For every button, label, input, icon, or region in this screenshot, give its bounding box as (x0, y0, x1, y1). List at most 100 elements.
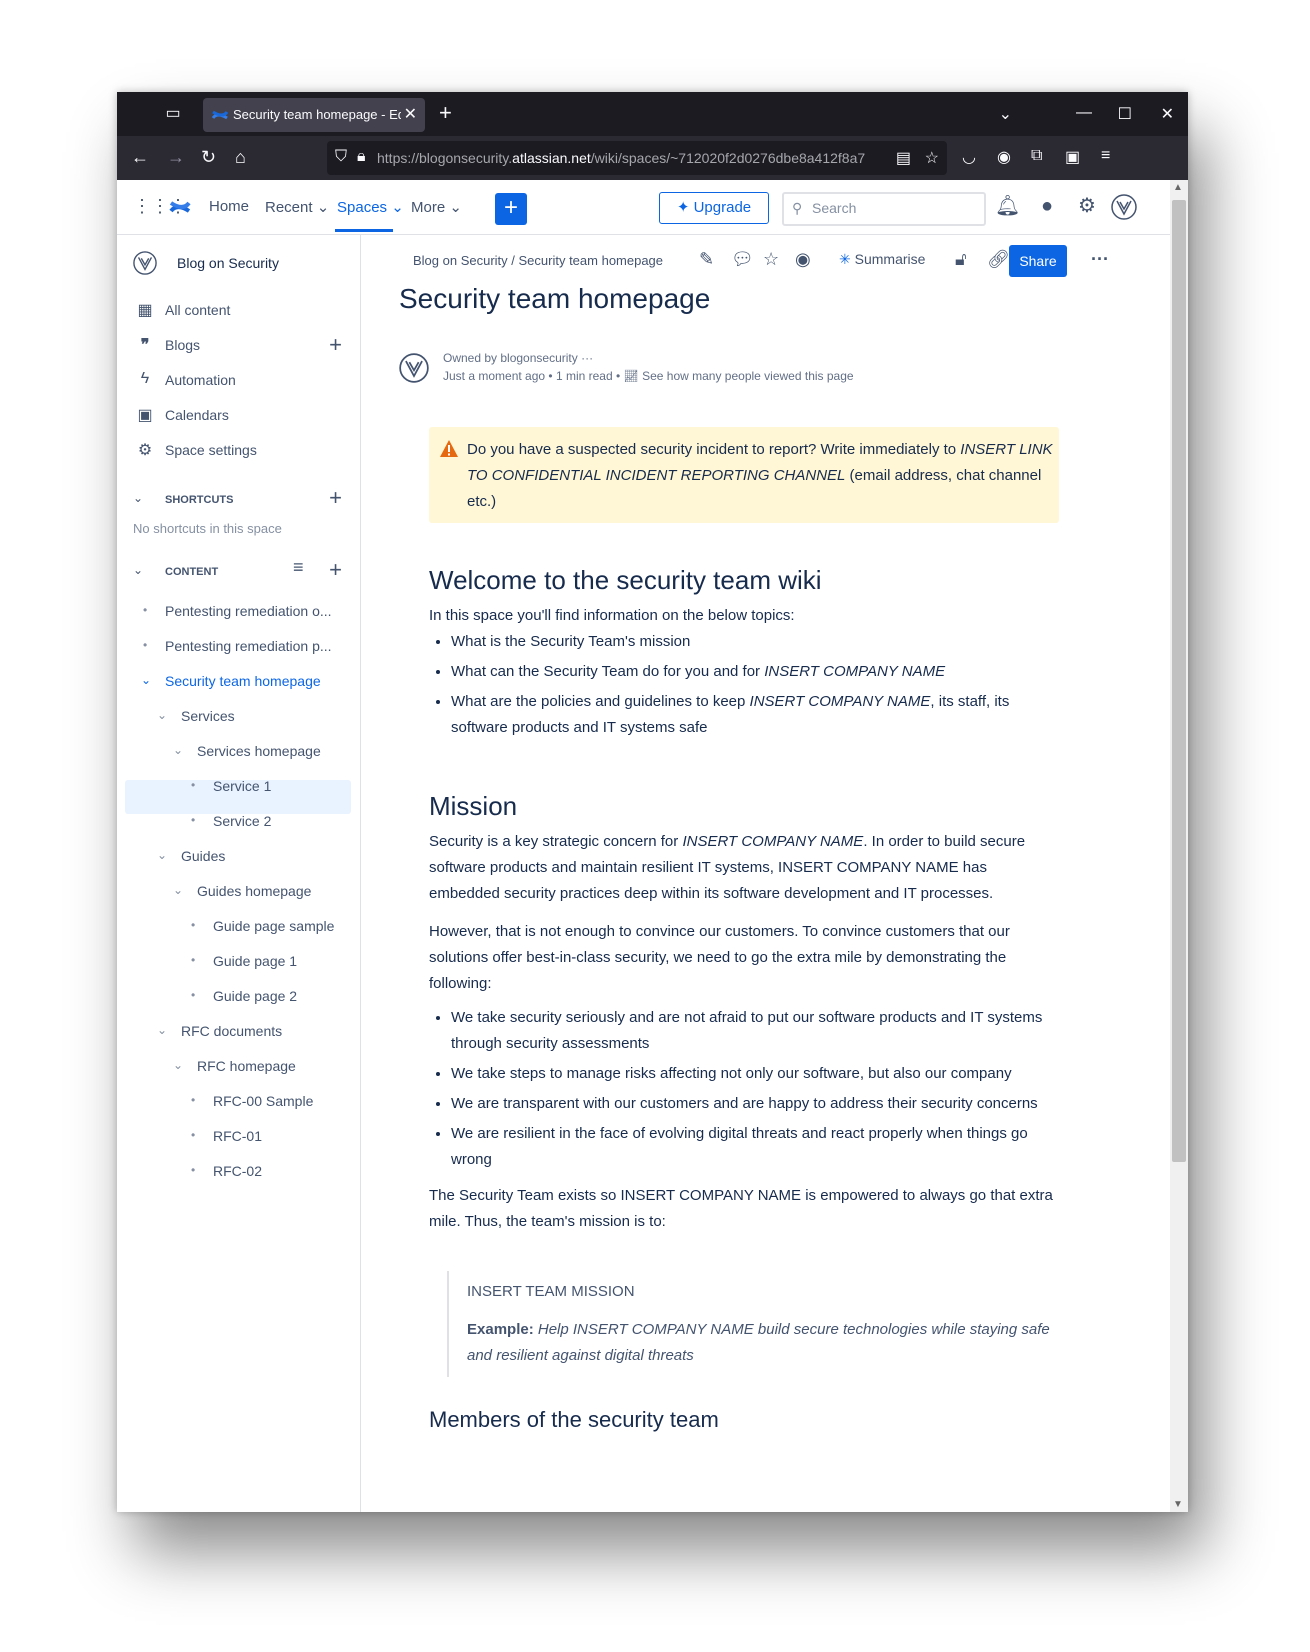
page-title: Security team homepage (399, 283, 711, 314)
reader-view-icon[interactable]: ▤ (896, 148, 911, 168)
address-bar[interactable]: ⛉ 🔒︎ https://blogonsecurity.atlassian.ne… (327, 141, 947, 175)
welcome-heading: Welcome to the security team wiki (429, 565, 822, 595)
home-icon[interactable]: ⌂ (235, 147, 246, 168)
gear-icon: ⚙ (137, 442, 153, 459)
shortcuts-chevron-icon[interactable]: ⌄ (133, 491, 143, 505)
mission-paragraph: Security is a key strategic concern for … (429, 833, 1026, 902)
back-icon[interactable]: ← (131, 147, 149, 168)
owner-more-icon[interactable]: ··· (581, 351, 593, 365)
edit-pencil-icon[interactable]: ✎ (699, 249, 714, 270)
content-heading: CONTENT (165, 566, 219, 578)
scroll-down-icon[interactable]: ▼ (1173, 1499, 1183, 1510)
notifications-icon[interactable]: 🔔︎ (995, 194, 1020, 218)
help-icon[interactable]: ● (1035, 194, 1059, 218)
search-input[interactable]: ⚲ Search (782, 192, 986, 226)
close-window-icon[interactable]: ✕ (1161, 104, 1174, 124)
sidebar-item-automation[interactable]: ϟ Automation (117, 363, 360, 397)
page-scrollbar[interactable]: ▲ ▼ (1170, 180, 1188, 1512)
sidebar-item-label: All content (165, 302, 231, 318)
browser-tab[interactable]: Security team homepage - Edi ✕ (203, 98, 425, 132)
no-shortcuts-text: No shortcuts in this space (133, 521, 282, 536)
share-button[interactable]: Share (1009, 245, 1067, 277)
scroll-up-icon[interactable]: ▲ (1173, 182, 1183, 193)
sidebar-item-blogs[interactable]: ❞ Blogs + (117, 328, 360, 362)
list-item: What can the Security Team do for you an… (451, 659, 1059, 685)
tree-item[interactable]: • Service 2 (191, 813, 271, 829)
list-item: What are the policies and guidelines to … (451, 689, 1059, 741)
filter-icon[interactable]: ≡ (293, 557, 304, 578)
more-actions-icon[interactable]: ··· (1091, 249, 1109, 270)
lock-icon[interactable]: 🔒︎ (357, 148, 366, 166)
list-item: We take steps to manage risks affecting … (451, 1061, 1059, 1087)
create-button[interactable]: + (495, 193, 527, 225)
nav-recent[interactable]: Recent ⌄ (265, 198, 329, 216)
bookmark-star-icon[interactable]: ☆ (925, 148, 939, 168)
tree-item[interactable]: ⌄ Services homepage (173, 743, 321, 759)
nav-spaces[interactable]: Spaces ⌄ (337, 198, 404, 216)
nav-more[interactable]: More ⌄ (411, 198, 462, 216)
tree-item[interactable]: • RFC-01 (191, 1128, 262, 1144)
add-blog-icon[interactable]: + (329, 332, 342, 358)
maximize-icon[interactable]: ☐ (1118, 104, 1132, 124)
tree-item[interactable]: ⌄ Services (157, 708, 235, 724)
tree-item[interactable]: ⌄ Guides (157, 848, 225, 864)
views-link[interactable]: See how many people viewed this page (642, 369, 853, 383)
extensions-icon[interactable]: ⧉ (1031, 147, 1042, 165)
analytics-icon: 📈︎ (623, 369, 639, 383)
sidebar-item-calendars[interactable]: ▣ Calendars (117, 398, 360, 432)
mission-list: We take security seriously and are not a… (429, 1005, 1059, 1173)
restrictions-lock-icon[interactable]: 🔓︎ (955, 249, 967, 270)
upgrade-button[interactable]: ✦ Upgrade (659, 192, 769, 224)
profile-avatar-icon[interactable] (1111, 194, 1137, 220)
mission-quote: INSERT TEAM MISSION Example: Help INSERT… (447, 1271, 1067, 1377)
tree-item[interactable]: • RFC-02 (191, 1163, 262, 1179)
owner-avatar-icon[interactable] (399, 353, 429, 383)
add-content-icon[interactable]: + (329, 557, 342, 583)
confluence-logo-icon[interactable] (169, 196, 191, 218)
pocket-icon[interactable]: ◡ (962, 147, 976, 167)
nav-home[interactable]: Home (209, 198, 249, 215)
reload-icon[interactable]: ↻ (201, 147, 216, 168)
tree-item[interactable]: • RFC-00 Sample (191, 1093, 313, 1109)
confluence-icon (211, 110, 229, 120)
app-switcher-icon[interactable]: ⋮⋮⋮ (133, 194, 187, 218)
page-content: Blog on Security / Security team homepag… (361, 235, 1170, 1512)
extension-search-icon[interactable]: ▣ (1065, 147, 1080, 167)
shield-icon[interactable]: ⛉ (335, 148, 347, 166)
tab-list-icon[interactable]: ▭ (161, 102, 185, 126)
sidebar-item-label: Space settings (165, 442, 257, 458)
comment-icon[interactable]: 💬︎ (731, 249, 754, 270)
summarise-button[interactable]: ✳ Summarise (839, 251, 925, 268)
content-chevron-icon[interactable]: ⌄ (133, 563, 143, 577)
space-name[interactable]: Blog on Security (177, 255, 279, 271)
forward-icon[interactable]: → (167, 147, 185, 168)
account-icon[interactable]: ◉ (997, 147, 1011, 167)
sidebar-item-space-settings[interactable]: ⚙ Space settings (117, 433, 360, 467)
add-shortcut-icon[interactable]: + (329, 485, 342, 511)
tree-item-active[interactable]: ⌄ Security team homepage (141, 673, 321, 689)
scrollbar-thumb[interactable] (1172, 200, 1186, 1162)
tree-item[interactable]: • Guide page 2 (191, 988, 297, 1004)
tree-item[interactable]: ⌄ Guides homepage (173, 883, 311, 899)
tree-item[interactable]: ⌄ RFC documents (157, 1023, 282, 1039)
space-avatar-icon (133, 251, 157, 275)
chevron-down-icon[interactable]: ⌄ (999, 104, 1012, 124)
sidebar-item-all-content[interactable]: ▦ All content (117, 293, 360, 327)
tree-item[interactable]: • Pentesting remediation o... (143, 603, 332, 619)
new-tab-icon[interactable]: + (439, 100, 452, 126)
link-icon[interactable]: 🔗︎ (987, 249, 1010, 270)
welcome-section: Welcome to the security team wiki In thi… (429, 567, 1059, 745)
tree-item[interactable]: • Guide page 1 (191, 953, 297, 969)
minimize-icon[interactable]: — (1076, 104, 1092, 122)
menu-icon[interactable]: ≡ (1101, 147, 1110, 165)
close-tab-icon[interactable]: ✕ (404, 104, 417, 124)
star-icon[interactable]: ☆ (763, 249, 779, 270)
watch-eye-icon[interactable]: ◉ (795, 249, 811, 270)
tree-item[interactable]: ⌄ RFC homepage (173, 1058, 296, 1074)
tree-item[interactable]: • Pentesting remediation p... (143, 638, 332, 654)
breadcrumb[interactable]: Blog on Security / Security team homepag… (413, 253, 663, 268)
settings-gear-icon[interactable]: ⚙ (1075, 194, 1099, 218)
page-meta: Just a moment ago • 1 min read • 📈︎ See … (443, 369, 854, 383)
tree-item[interactable]: • Guide page sample (191, 918, 334, 934)
tree-item[interactable]: • Service 1 (191, 778, 271, 794)
